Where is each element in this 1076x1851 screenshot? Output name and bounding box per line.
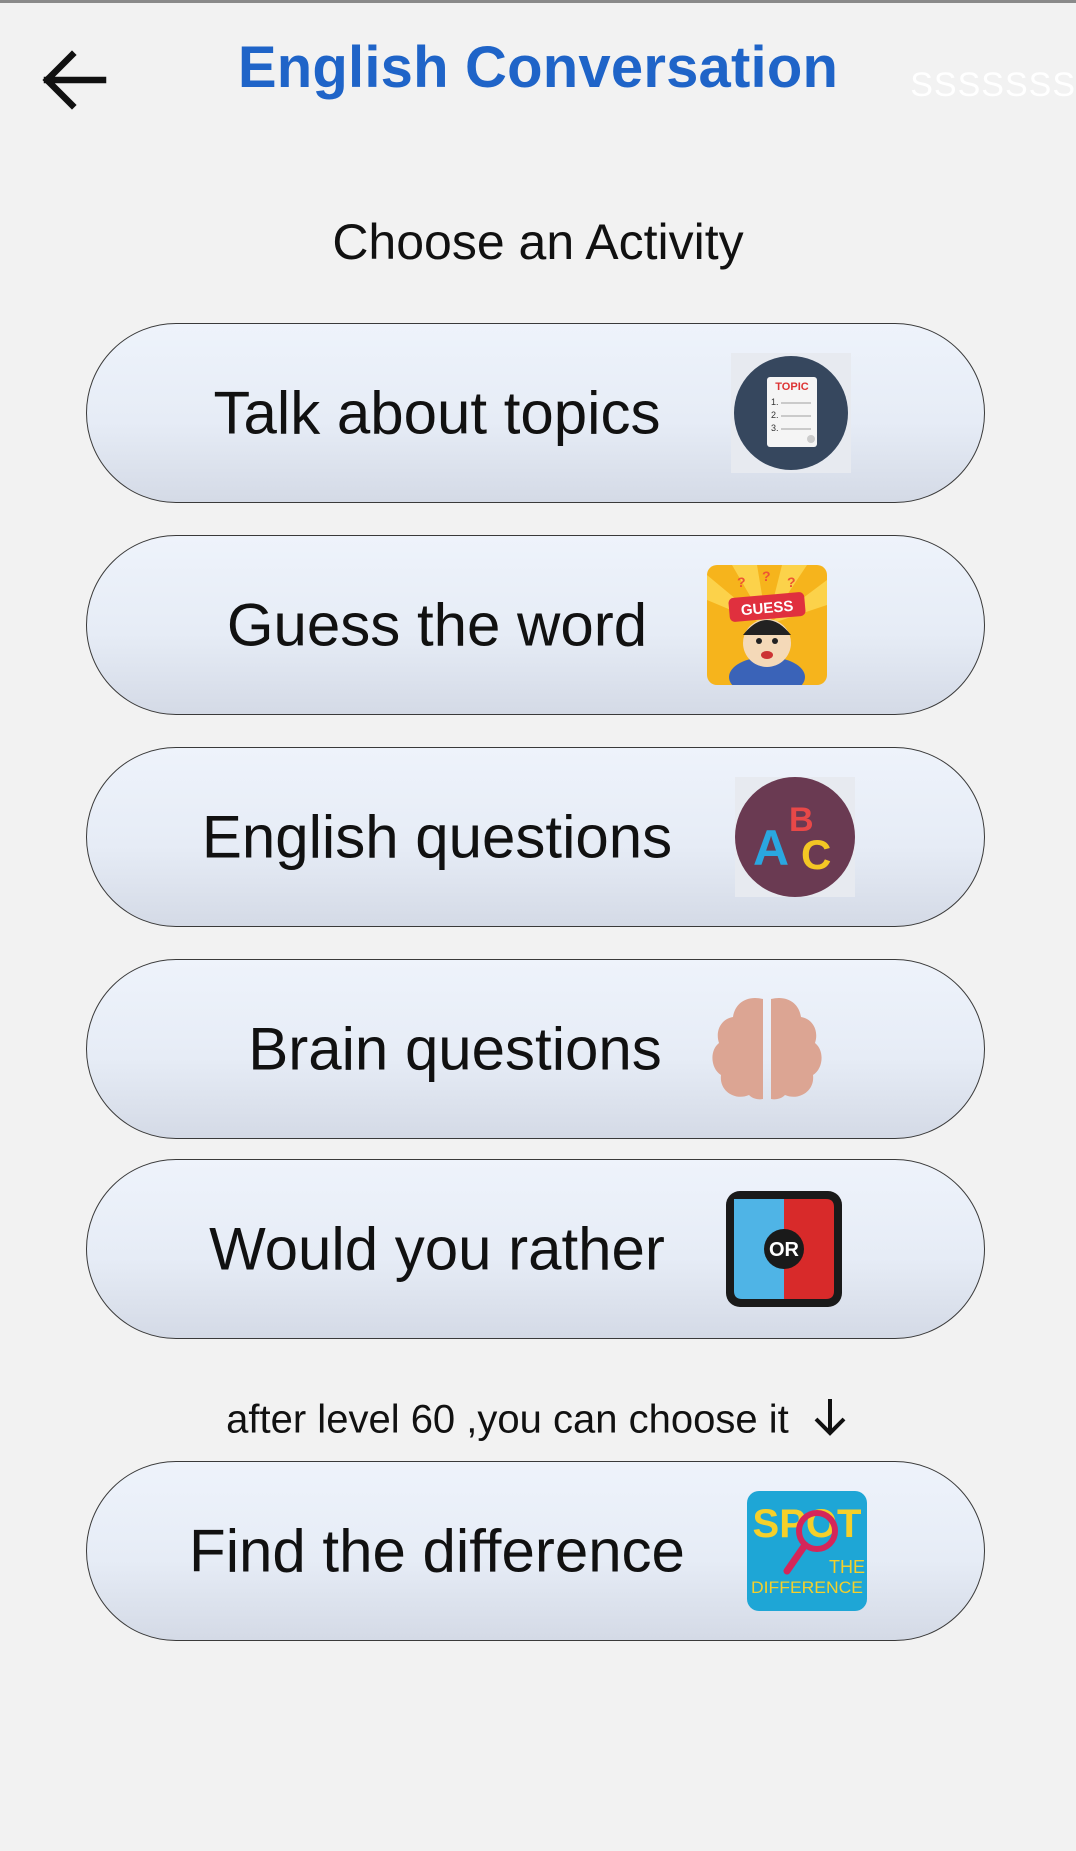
activity-label: Talk about topics bbox=[213, 379, 661, 447]
level-note-text: after level 60 ,you can choose it bbox=[226, 1397, 789, 1442]
or-icon-text: OR bbox=[769, 1239, 800, 1261]
activity-label: Guess the word bbox=[226, 591, 648, 659]
topic-icon-text: TOPIC bbox=[775, 381, 808, 393]
svg-text:?: ? bbox=[762, 568, 771, 584]
activity-card-english-questions[interactable]: English questions A B C bbox=[86, 747, 985, 927]
down-arrow-icon bbox=[810, 1395, 850, 1449]
topic-list-icon: TOPIC 1. 2. 3. bbox=[731, 353, 851, 473]
difference-icon-text: DIFFERENCE bbox=[751, 1578, 863, 1597]
activity-card-guess-the-word[interactable]: Guess the word ? ? ? GUESS bbox=[86, 535, 985, 715]
abc-letters-icon: A B C bbox=[735, 777, 855, 897]
brain-icon bbox=[707, 989, 827, 1109]
activity-label: Would you rather bbox=[209, 1215, 665, 1283]
guess-character-icon: ? ? ? GUESS bbox=[707, 565, 827, 697]
spot-the-difference-icon: SPOT THE DIFFERENCE bbox=[747, 1491, 867, 1611]
topic-item-2: 2. bbox=[771, 410, 779, 420]
section-heading: Choose an Activity bbox=[332, 214, 744, 270]
activity-card-find-the-difference[interactable]: Find the difference SPOT THE DIFFERENCE bbox=[86, 1461, 985, 1641]
level-requirement-note: after level 60 ,you can choose it bbox=[0, 1395, 1076, 1449]
or-choice-icon: OR bbox=[724, 1189, 844, 1309]
activity-label: English questions bbox=[201, 803, 673, 871]
abc-letter-c: C bbox=[801, 831, 831, 878]
activity-label: Brain questions bbox=[248, 1015, 662, 1083]
the-icon-text: THE bbox=[829, 1557, 865, 1577]
activity-card-brain-questions[interactable]: Brain questions bbox=[86, 959, 985, 1139]
activity-card-talk-about-topics[interactable]: Talk about topics TOPIC 1. 2. 3. bbox=[86, 323, 985, 503]
topic-item-3: 3. bbox=[771, 423, 779, 433]
abc-letter-a: A bbox=[753, 820, 789, 876]
topic-item-1: 1. bbox=[771, 397, 779, 407]
status-divider bbox=[0, 0, 1076, 3]
activity-label: Find the difference bbox=[189, 1517, 685, 1585]
svg-text:?: ? bbox=[737, 574, 746, 590]
activity-card-would-you-rather[interactable]: Would you rather OR bbox=[86, 1159, 985, 1339]
svg-text:?: ? bbox=[787, 574, 796, 590]
ghost-text: SSSSSSS bbox=[910, 66, 1076, 104]
spot-icon-text: SPOT bbox=[753, 1502, 862, 1546]
